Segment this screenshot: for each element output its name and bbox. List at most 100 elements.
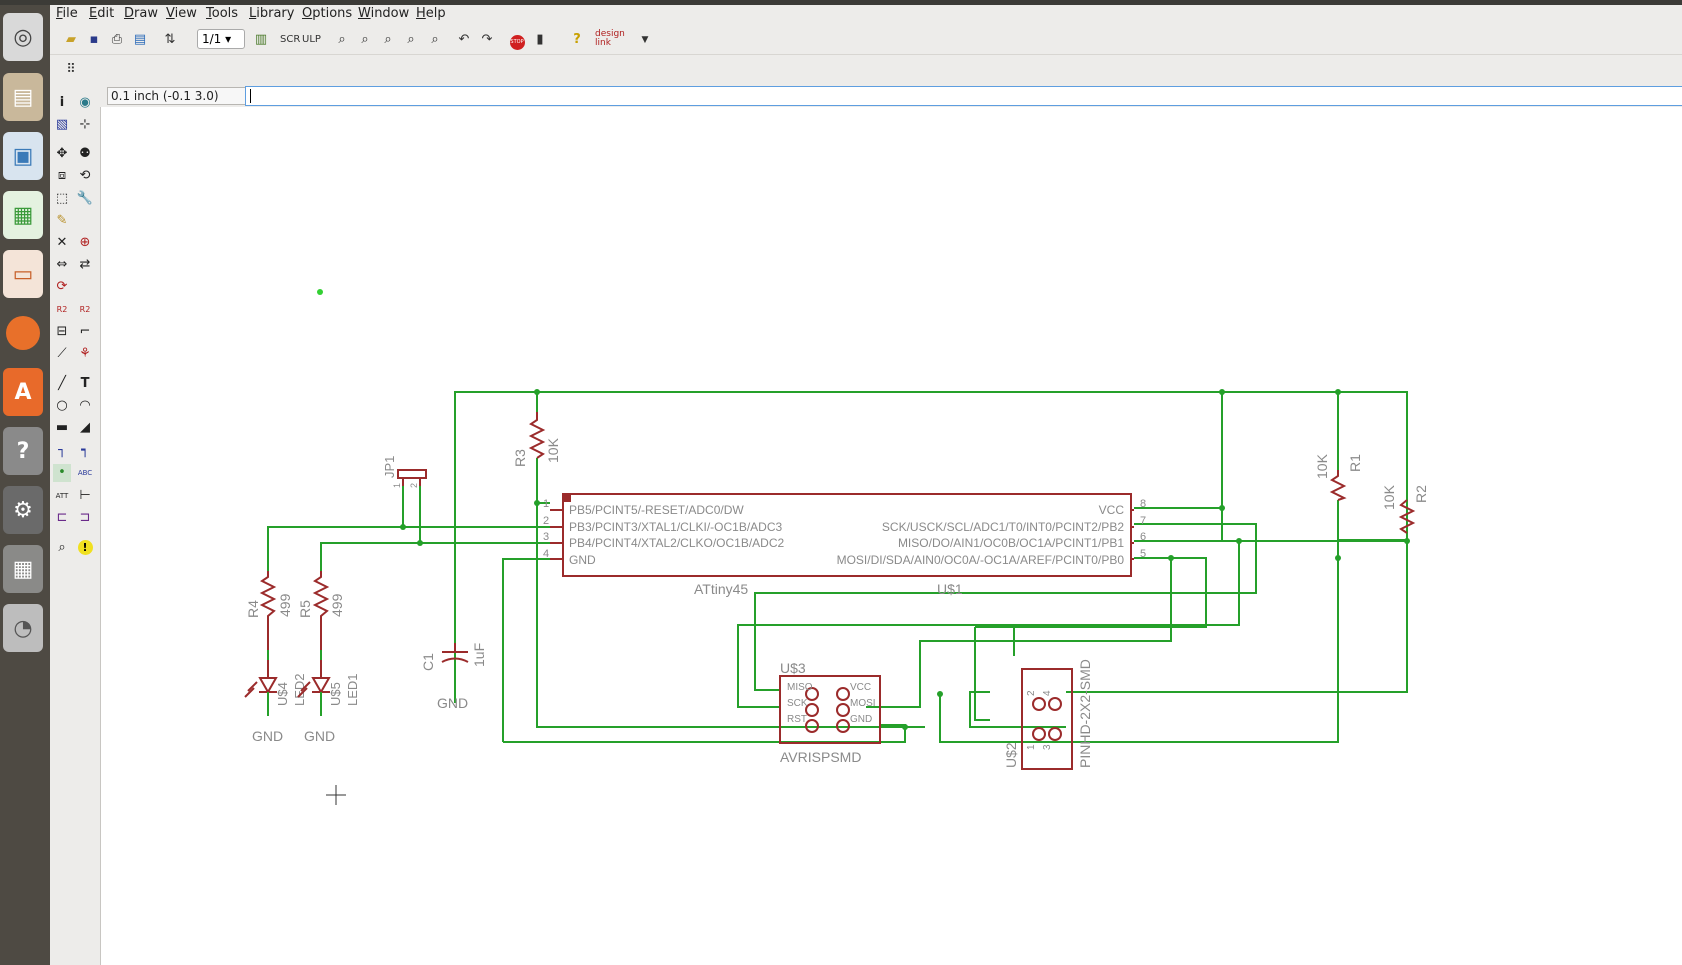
menu-library[interactable]: Library bbox=[249, 6, 294, 21]
c1-ref: C1 bbox=[420, 653, 436, 671]
go-icon[interactable]: ▮ bbox=[531, 31, 549, 49]
ubuntu-icon[interactable]: ◎ bbox=[3, 13, 43, 61]
settings-icon[interactable]: ⚙ bbox=[3, 486, 43, 534]
show-icon[interactable]: ◉ bbox=[76, 94, 94, 112]
led-led1[interactable]: U$5 LED1 GND bbox=[297, 660, 360, 744]
use-library-icon[interactable]: ▥ bbox=[252, 31, 270, 49]
script-icon[interactable]: SCR bbox=[280, 31, 300, 49]
open-icon[interactable]: ▰ bbox=[62, 31, 80, 49]
erc-warning-icon[interactable]: ! bbox=[76, 539, 94, 557]
arc-icon[interactable]: ◠ bbox=[76, 397, 94, 415]
zoom-redraw-icon[interactable]: ⌕ bbox=[402, 31, 420, 49]
delete-icon[interactable]: ✕ bbox=[53, 234, 71, 252]
menu-draw[interactable]: Draw bbox=[124, 6, 158, 21]
value-icon[interactable]: R2 bbox=[76, 301, 94, 319]
copy-icon[interactable]: ⚉ bbox=[76, 145, 94, 163]
image-viewer-icon[interactable]: ▣ bbox=[3, 132, 43, 180]
label-icon[interactable]: ABC bbox=[76, 464, 94, 482]
attribute-icon[interactable]: ATT bbox=[53, 487, 71, 505]
zoom-fit-icon[interactable]: ⌕ bbox=[333, 31, 351, 49]
designlink-dropdown-icon[interactable]: ▼ bbox=[636, 31, 654, 49]
menu-help[interactable]: Help bbox=[416, 6, 446, 21]
avrisp-connector[interactable]: MISO VCC SCK MOSI RST GND U$3 AVRISPSMD bbox=[779, 660, 881, 765]
presentation-icon[interactable]: ▭ bbox=[3, 250, 43, 298]
menu-tools[interactable]: Tools bbox=[206, 6, 238, 21]
text-icon[interactable]: T bbox=[76, 375, 94, 393]
dimension-icon[interactable]: ⊢ bbox=[76, 487, 94, 505]
frame-icon[interactable]: ⊏ bbox=[53, 509, 71, 527]
circle-icon[interactable]: ○ bbox=[53, 397, 71, 415]
invoke-icon[interactable]: ⚘ bbox=[76, 345, 94, 363]
firefox-icon[interactable] bbox=[3, 309, 43, 357]
gateswap-icon[interactable]: ⇄ bbox=[76, 256, 94, 274]
ic-pin7-number: 7 bbox=[1140, 515, 1146, 527]
pinswap-icon[interactable]: ⇔ bbox=[53, 256, 71, 274]
ic-pin5-number: 5 bbox=[1140, 548, 1146, 560]
split-icon[interactable]: ⟋ bbox=[53, 345, 71, 363]
mirror-icon[interactable]: ⧈ bbox=[53, 167, 71, 185]
zoom-in-icon[interactable]: ⌕ bbox=[356, 31, 374, 49]
command-input[interactable] bbox=[245, 86, 1682, 106]
polygon-icon[interactable]: ◢ bbox=[76, 419, 94, 437]
mark-icon[interactable]: ⊹ bbox=[76, 116, 94, 134]
change-icon[interactable]: 🔧 bbox=[76, 190, 94, 208]
resistor-r5[interactable]: R5 499 bbox=[297, 571, 345, 650]
switch-board-icon[interactable]: ⇅ bbox=[161, 31, 179, 49]
bus-icon[interactable]: ┐ bbox=[53, 442, 71, 460]
r5-value: 499 bbox=[329, 593, 345, 617]
disk-icon[interactable]: ◔ bbox=[3, 604, 43, 652]
info-icon[interactable]: i bbox=[53, 94, 71, 112]
resistor-r4[interactable]: R4 499 bbox=[245, 571, 293, 650]
help-icon[interactable]: ? bbox=[568, 31, 586, 49]
zoom-out-icon[interactable]: ⌕ bbox=[379, 31, 397, 49]
files-icon[interactable]: ▤ bbox=[3, 73, 43, 121]
net-icon[interactable]: ┑ bbox=[76, 442, 94, 460]
page-select[interactable]: 1/1 ▾ bbox=[197, 29, 245, 49]
menu-view[interactable]: View bbox=[166, 6, 197, 21]
menu-options[interactable]: Options bbox=[302, 6, 352, 21]
smash-icon[interactable]: ⊟ bbox=[53, 323, 71, 341]
group-icon[interactable]: ⬚ bbox=[53, 190, 71, 208]
wire-icon[interactable]: ╱ bbox=[53, 375, 71, 393]
display-icon[interactable]: ▧ bbox=[53, 116, 71, 134]
spreadsheet-icon[interactable]: ▦ bbox=[3, 191, 43, 239]
ic-pin2-number: 2 bbox=[543, 515, 549, 527]
print-icon[interactable]: ⎙ bbox=[108, 31, 126, 49]
isp-ref: U$3 bbox=[780, 660, 806, 676]
replace-icon[interactable]: ⟳ bbox=[53, 278, 71, 296]
zoom-select-icon[interactable]: ⌕ bbox=[426, 31, 444, 49]
miter-icon[interactable]: ⌐ bbox=[76, 323, 94, 341]
modules-icon[interactable]: ⊐ bbox=[76, 509, 94, 527]
redo-icon[interactable]: ↷ bbox=[478, 31, 496, 49]
save-icon[interactable]: ▪ bbox=[85, 31, 103, 49]
menu-file[interactable]: File bbox=[56, 6, 78, 21]
undo-icon[interactable]: ↶ bbox=[455, 31, 473, 49]
stop-icon[interactable]: STOP bbox=[508, 31, 526, 50]
pinhd-connector[interactable]: 2 4 1 3 U$2 PINHD-2X2-SMD bbox=[1003, 659, 1093, 770]
menu-edit[interactable]: Edit bbox=[89, 6, 114, 21]
jumper-jp1[interactable]: JP1 1 2 bbox=[382, 456, 427, 488]
schematic-canvas[interactable]: PB5/PCINT5/-RESET/ADC0/DW PB3/PCINT3/XTA… bbox=[101, 107, 1682, 965]
menu-window[interactable]: Window bbox=[358, 6, 409, 21]
name-icon[interactable]: R2 bbox=[53, 301, 71, 319]
junction-icon[interactable]: • bbox=[53, 464, 71, 482]
errc-icon[interactable]: ⌕ bbox=[53, 539, 71, 557]
paste-icon[interactable]: ✎ bbox=[53, 212, 71, 230]
resistor-r2[interactable]: R2 10K bbox=[1381, 484, 1429, 534]
rect-icon[interactable]: ▬ bbox=[53, 419, 71, 437]
rotate-icon[interactable]: ⟲ bbox=[76, 167, 94, 185]
attiny45-chip[interactable]: PB5/PCINT5/-RESET/ADC0/DW PB3/PCINT3/XTA… bbox=[543, 493, 1146, 597]
ulp-icon[interactable]: ULP bbox=[302, 31, 321, 49]
designlink-logo[interactable]: design link bbox=[595, 30, 637, 48]
cam-icon[interactable]: ▤ bbox=[131, 31, 149, 49]
calculator-icon[interactable]: ▦ bbox=[3, 545, 43, 593]
help-icon[interactable]: ? bbox=[3, 427, 43, 475]
isp-vcc: VCC bbox=[850, 682, 871, 693]
capacitor-c1[interactable]: C1 1uF GND bbox=[420, 643, 487, 711]
add-icon[interactable]: ⊕ bbox=[76, 234, 94, 252]
software-center-icon[interactable]: A bbox=[3, 368, 43, 416]
grid-handle-icon[interactable]: ⠿ bbox=[62, 61, 80, 79]
led-led2[interactable]: U$4 LED2 GND bbox=[244, 660, 307, 744]
ic-pin3-label: PB4/PCINT4/XTAL2/CLKO/OC1B/ADC2 bbox=[569, 536, 785, 550]
move-icon[interactable]: ✥ bbox=[53, 145, 71, 163]
